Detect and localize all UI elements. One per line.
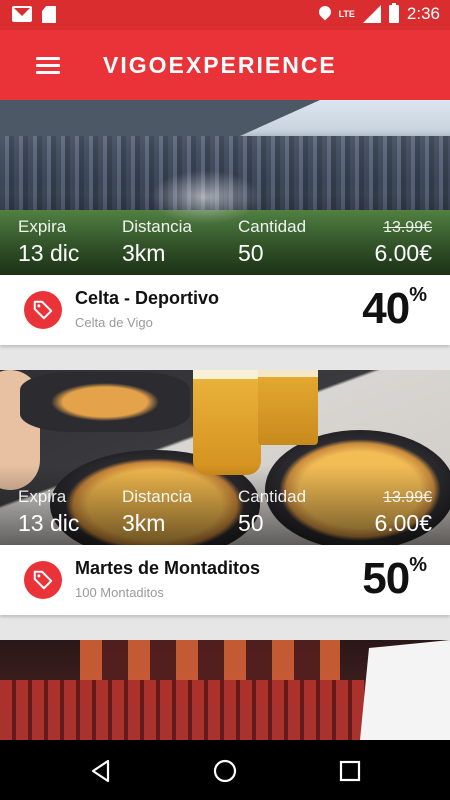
cantidad-label: Cantidad xyxy=(238,217,307,236)
distancia-value: 3km xyxy=(122,510,166,536)
offer-image-food[interactable]: Expira 13 dic Distancia 3km Cantidad 50 … xyxy=(0,370,450,545)
offer-card[interactable] xyxy=(0,640,450,740)
sd-card-icon xyxy=(42,6,56,23)
offer-image-stadium[interactable]: Expira 13 dic Distancia 3km Cantidad 50 … xyxy=(0,100,450,275)
expira-label: Expira xyxy=(18,487,67,506)
offer-card[interactable]: Expira 13 dic Distancia 3km Cantidad 50 … xyxy=(0,100,450,345)
price-tag-icon[interactable] xyxy=(24,561,62,599)
expira-value: 13 dic xyxy=(18,240,80,266)
status-bar: LTE 2:36 xyxy=(0,0,450,30)
back-icon[interactable] xyxy=(88,758,114,784)
expira-value: 13 dic xyxy=(18,510,80,536)
offer-title: Martes de Montaditos xyxy=(75,558,261,578)
cantidad-value: 50 xyxy=(238,510,264,536)
offer-image-cinema[interactable] xyxy=(0,640,450,740)
offer-card-body[interactable]: Martes de Montaditos 100 Montaditos 50% xyxy=(0,545,450,615)
distancia-label: Distancia xyxy=(122,487,192,506)
app-bar: VIGOEXPERIENCE xyxy=(0,30,450,100)
offer-subtitle: Celta de Vigo xyxy=(75,315,153,330)
distancia-value: 3km xyxy=(122,240,166,266)
battery-charging-icon xyxy=(388,3,399,23)
old-price: 13.99€ xyxy=(383,489,432,506)
offer-card[interactable]: Expira 13 dic Distancia 3km Cantidad 50 … xyxy=(0,370,450,615)
expira-label: Expira xyxy=(18,217,67,236)
location-icon xyxy=(319,6,331,22)
recent-apps-icon[interactable] xyxy=(337,758,363,784)
offers-feed[interactable]: Expira 13 dic Distancia 3km Cantidad 50 … xyxy=(0,100,450,740)
system-nav-bar xyxy=(0,740,450,800)
gmail-icon xyxy=(12,6,32,22)
price: 6.00€ xyxy=(374,510,432,536)
distancia-label: Distancia xyxy=(122,217,192,236)
old-price: 13.99€ xyxy=(383,219,432,236)
offer-subtitle: 100 Montaditos xyxy=(75,585,164,600)
price-tag-icon[interactable] xyxy=(24,291,62,329)
cantidad-label: Cantidad xyxy=(238,487,307,506)
cantidad-value: 50 xyxy=(238,240,264,266)
discount-badge: 50% xyxy=(362,554,427,603)
app-title: VIGOEXPERIENCE xyxy=(103,52,337,78)
clock: 2:36 xyxy=(406,4,440,23)
discount-badge: 40% xyxy=(362,284,427,333)
home-icon[interactable] xyxy=(212,758,238,784)
offer-title: Celta - Deportivo xyxy=(75,288,220,308)
offer-card-body[interactable]: Celta - Deportivo Celta de Vigo 40% xyxy=(0,275,450,345)
signal-icon xyxy=(362,5,381,23)
hamburger-menu-icon[interactable] xyxy=(36,57,60,75)
price: 6.00€ xyxy=(374,240,432,266)
network-type: LTE xyxy=(338,8,355,19)
